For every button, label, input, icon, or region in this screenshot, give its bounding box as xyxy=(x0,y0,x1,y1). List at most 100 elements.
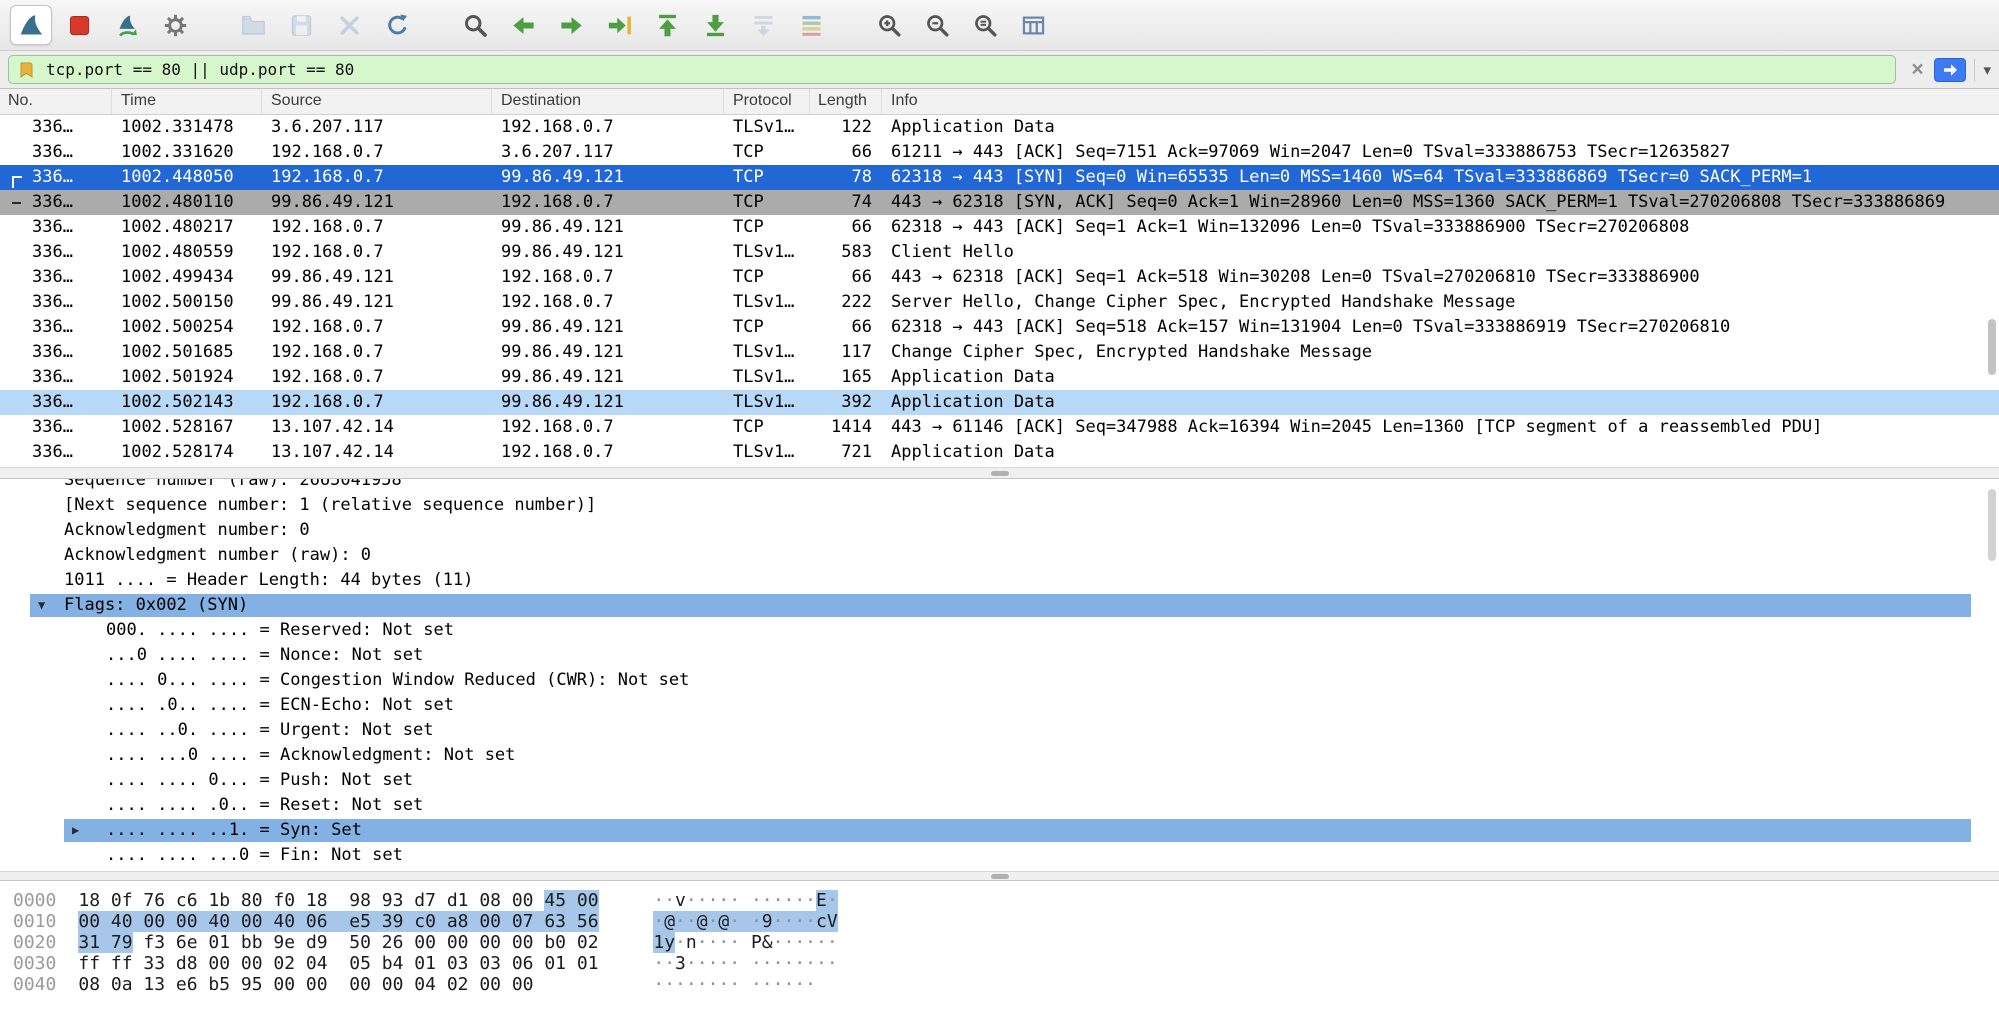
go-to-packet-button[interactable] xyxy=(598,5,640,45)
zoom-out-button[interactable] xyxy=(916,5,958,45)
column-header-dst[interactable]: Destination xyxy=(492,89,724,114)
packet-cell-no: 336… xyxy=(0,440,112,465)
pane-splitter-bottom[interactable] xyxy=(0,871,1999,881)
detail-line[interactable]: 1011 .... = Header Length: 44 bytes (11) xyxy=(0,568,1999,593)
packet-list-header: No.TimeSourceDestinationProtocolLengthIn… xyxy=(0,89,1999,115)
packet-cell-no: 336… xyxy=(0,315,112,340)
zoom-reset-button[interactable] xyxy=(964,5,1006,45)
stop-capture-button[interactable] xyxy=(58,5,100,45)
detail-line[interactable]: ...0 .... .... = Nonce: Not set xyxy=(0,643,1999,668)
packet-row[interactable]: 336…1002.331620192.168.0.73.6.207.117TCP… xyxy=(0,140,1999,165)
packet-row[interactable]: 336…1002.50015099.86.49.121192.168.0.7TL… xyxy=(0,290,1999,315)
detail-line[interactable]: Acknowledgment number (raw): 0 xyxy=(0,543,1999,568)
detail-line[interactable]: Sequence number (raw): 2665041958 xyxy=(0,479,1999,493)
packet-cell-proto: TCP xyxy=(724,165,810,190)
detail-line[interactable]: .... .... ...0 = Fin: Not set xyxy=(0,843,1999,868)
packet-cell-info: Application Data xyxy=(882,115,1999,140)
packet-row[interactable]: 336…1002.501924192.168.0.799.86.49.121TL… xyxy=(0,365,1999,390)
capture-options-button[interactable] xyxy=(154,5,196,45)
filter-apply-button[interactable] xyxy=(1934,58,1966,82)
packet-row[interactable]: 336…1002.448050192.168.0.799.86.49.121TC… xyxy=(0,165,1999,190)
hex-row[interactable]: 001000 40 00 00 40 00 40 06 e5 39 c0 a8 … xyxy=(13,911,1999,932)
close-file-button[interactable] xyxy=(328,5,370,45)
go-first-button[interactable] xyxy=(646,5,688,45)
save-file-button[interactable] xyxy=(280,5,322,45)
packet-cell-len: 66 xyxy=(810,140,882,165)
ascii-bytes: ·@··@·@· ·9····cV xyxy=(653,911,837,932)
detail-text: .... .0.. .... = ECN-Echo: Not set xyxy=(0,695,454,715)
column-header-no[interactable]: No. xyxy=(0,89,112,114)
packet-row[interactable]: 336…1002.480217192.168.0.799.86.49.121TC… xyxy=(0,215,1999,240)
start-capture-button[interactable] xyxy=(10,5,52,45)
hex-row[interactable]: 0040 08 0a 13 e6 b5 95 00 00 00 00 04 02 … xyxy=(13,974,1999,995)
display-filter-input[interactable]: tcp.port == 80 || udp.port == 80 xyxy=(8,55,1896,84)
packet-list-scrollbar[interactable] xyxy=(1988,319,1996,375)
hex-row[interactable]: 002031 79 f3 6e 01 bb 9e d9 50 26 00 00 … xyxy=(13,932,1999,953)
detail-line[interactable]: .... ..0. .... = Urgent: Not set xyxy=(0,718,1999,743)
filter-bookmark-icon[interactable] xyxy=(17,60,37,80)
column-header-src[interactable]: Source xyxy=(262,89,492,114)
go-back-button[interactable] xyxy=(502,5,544,45)
detail-text: Sequence number (raw): 2665041958 xyxy=(0,479,402,490)
filter-dropdown-button[interactable]: ▾ xyxy=(1974,59,1991,81)
packet-row[interactable]: 336…1002.480559192.168.0.799.86.49.121TL… xyxy=(0,240,1999,265)
packet-row[interactable]: 336…1002.500254192.168.0.799.86.49.121TC… xyxy=(0,315,1999,340)
auto-scroll-button[interactable] xyxy=(742,5,784,45)
detail-line[interactable]: Acknowledgment number: 0 xyxy=(0,518,1999,543)
packet-cell-src: 192.168.0.7 xyxy=(262,365,492,390)
packet-cell-len: 66 xyxy=(810,315,882,340)
column-header-info[interactable]: Info xyxy=(882,89,1999,114)
packet-row[interactable]: 336…1002.52816713.107.42.14192.168.0.7TC… xyxy=(0,415,1999,440)
packet-row[interactable]: 336…1002.49943499.86.49.121192.168.0.7TC… xyxy=(0,265,1999,290)
hex-bytes: 08 0a 13 e6 b5 95 00 00 00 00 04 02 00 0… xyxy=(78,974,653,995)
arrow-top-icon xyxy=(654,12,681,39)
colorize-button[interactable] xyxy=(790,5,832,45)
packet-cell-info: Application Data xyxy=(882,440,1999,465)
packet-cell-time: 1002.480110 xyxy=(112,190,262,215)
reload-file-button[interactable] xyxy=(376,5,418,45)
packet-cell-dst: 99.86.49.121 xyxy=(492,340,724,365)
resize-columns-button[interactable] xyxy=(1012,5,1054,45)
detail-line[interactable]: ▶.... .... ..1. = Syn: Set xyxy=(0,818,1999,843)
detail-line[interactable]: .... .0.. .... = ECN-Echo: Not set xyxy=(0,693,1999,718)
hex-offset: 0040 xyxy=(13,974,56,995)
packet-row[interactable]: 336…1002.3314783.6.207.117192.168.0.7TLS… xyxy=(0,115,1999,140)
hex-offset: 0030 xyxy=(13,953,56,974)
find-packet-button[interactable] xyxy=(454,5,496,45)
zoom-in-button[interactable] xyxy=(868,5,910,45)
packet-cell-info: Client Hello xyxy=(882,240,1999,265)
packet-cell-src: 99.86.49.121 xyxy=(262,190,492,215)
details-scrollbar[interactable] xyxy=(1988,489,1996,561)
column-header-len[interactable]: Length xyxy=(810,89,882,114)
column-header-time[interactable]: Time xyxy=(112,89,262,114)
packet-row[interactable]: 336…1002.501685192.168.0.799.86.49.121TL… xyxy=(0,340,1999,365)
filter-clear-icon[interactable]: × xyxy=(1904,58,1930,82)
packet-cell-dst: 192.168.0.7 xyxy=(492,190,724,215)
packet-cell-info: Application Data xyxy=(882,365,1999,390)
open-file-button[interactable] xyxy=(232,5,274,45)
packet-cell-dst: 99.86.49.121 xyxy=(492,215,724,240)
packet-cell-src: 192.168.0.7 xyxy=(262,340,492,365)
packet-row[interactable]: 336…1002.48011099.86.49.121192.168.0.7TC… xyxy=(0,190,1999,215)
detail-line[interactable]: 000. .... .... = Reserved: Not set xyxy=(0,618,1999,643)
detail-line[interactable]: .... .... 0... = Push: Not set xyxy=(0,768,1999,793)
detail-text: .... .... ...0 = Fin: Not set xyxy=(0,845,403,865)
go-last-button[interactable] xyxy=(694,5,736,45)
go-forward-button[interactable] xyxy=(550,5,592,45)
hex-row[interactable]: 000018 0f 76 c6 1b 80 f0 18 98 93 d7 d1 … xyxy=(13,890,1999,911)
pane-splitter-top[interactable] xyxy=(0,467,1999,479)
detail-line[interactable]: .... ...0 .... = Acknowledgment: Not set xyxy=(0,743,1999,768)
detail-line[interactable]: ▼Flags: 0x002 (SYN) xyxy=(0,593,1999,618)
detail-line[interactable]: [Next sequence number: 1 (relative seque… xyxy=(0,493,1999,518)
packet-cell-proto: TCP xyxy=(724,315,810,340)
packet-cell-src: 3.6.207.117 xyxy=(262,115,492,140)
restart-capture-button[interactable] xyxy=(106,5,148,45)
packet-row[interactable]: 336…1002.502143192.168.0.799.86.49.121TL… xyxy=(0,390,1999,415)
column-header-proto[interactable]: Protocol xyxy=(724,89,810,114)
packet-row[interactable]: 336…1002.52817413.107.42.14192.168.0.7TL… xyxy=(0,440,1999,465)
detail-line[interactable]: .... .... .0.. = Reset: Not set xyxy=(0,793,1999,818)
hex-row[interactable]: 0030ff ff 33 d8 00 00 02 04 05 b4 01 03 … xyxy=(13,953,1999,974)
packet-cell-len: 165 xyxy=(810,365,882,390)
detail-line[interactable]: .... 0... .... = Congestion Window Reduc… xyxy=(0,668,1999,693)
packet-cell-proto: TLSv1… xyxy=(724,390,810,415)
